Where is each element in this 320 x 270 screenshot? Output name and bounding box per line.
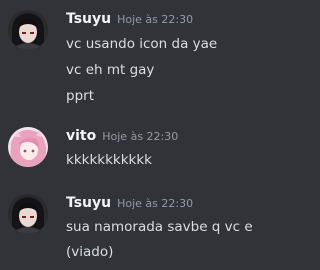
message-header: Tsuyu Hoje às 22:30	[66, 195, 193, 211]
username[interactable]: Tsuyu	[66, 195, 111, 211]
timestamp: Hoje às 22:30	[117, 197, 194, 210]
dark-haired-character-avatar-icon	[8, 194, 48, 234]
username[interactable]: Tsuyu	[66, 11, 111, 27]
user-avatar[interactable]	[8, 127, 48, 167]
user-avatar[interactable]	[8, 194, 48, 234]
message-text: sua namorada savbe q vc e	[66, 219, 253, 235]
user-avatar[interactable]	[8, 10, 48, 50]
message-text: vc eh mt gay	[66, 62, 155, 78]
timestamp: Hoje às 22:30	[102, 130, 179, 143]
message-text: kkkkkkkkkkk	[66, 152, 152, 168]
message-text: pprt	[66, 88, 94, 104]
dark-haired-character-avatar-icon	[8, 10, 48, 50]
username[interactable]: vito	[66, 128, 96, 144]
pink-haired-character-avatar-icon	[8, 127, 48, 167]
message-header: Tsuyu Hoje às 22:30	[66, 11, 193, 27]
message-header: vito Hoje às 22:30	[66, 128, 178, 144]
message-text: vc usando icon da yae	[66, 36, 218, 52]
message-text: (viado)	[66, 244, 114, 260]
timestamp: Hoje às 22:30	[117, 13, 194, 26]
